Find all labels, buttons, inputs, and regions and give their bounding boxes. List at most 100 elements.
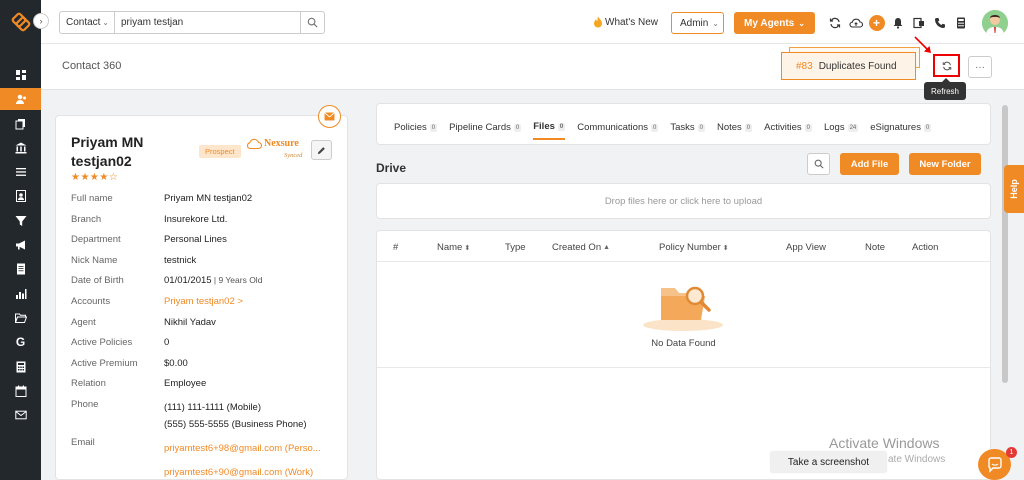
search-type-select[interactable]: Contact ⌄ [59,11,115,34]
account-link[interactable]: Priyam testjan02 > [164,296,243,307]
role-select-label: Admin [680,17,709,29]
more-dots-icon: ··· [975,61,985,73]
field-agent: Agent Nikhil Yadav [71,315,336,336]
column-name[interactable]: Name ⬍ [437,242,470,253]
sidebar-item-calculator[interactable] [0,356,41,378]
calculator-button[interactable] [950,13,971,33]
quick-add-button[interactable]: + [866,13,887,33]
tab-logs[interactable]: Logs 24 [824,121,859,140]
column-created-on[interactable]: Created On ▲ [552,242,610,253]
phone-icon [934,18,945,28]
field-value: priyamtest6+98@gmail.com (Perso... priyam… [164,437,321,480]
user-avatar[interactable] [982,10,1008,36]
column-label: Type [505,242,526,253]
column-label: Created On [552,242,602,253]
notifications-button[interactable] [887,13,908,33]
field-nick-name: Nick Name testnick [71,253,336,274]
tab-label: Policies [394,122,427,133]
whats-new-link[interactable]: What's New [593,16,658,28]
field-accounts: Accounts Priyam testjan02 > [71,294,336,315]
duplicates-label: Duplicates Found [818,60,897,72]
refresh-button[interactable] [933,54,960,77]
screenshot-tooltip[interactable]: Take a screenshot [771,452,886,472]
my-agents-button[interactable]: My Agents ⌄ [734,12,815,34]
cloud-upload-button[interactable] [845,13,866,33]
google-icon: G [15,335,26,350]
search-button[interactable] [301,11,325,34]
pencil-icon [317,146,325,154]
sync-button[interactable] [824,13,845,33]
email-work[interactable]: priyamtest6+90@gmail.com (Work) [164,467,313,478]
drive-title: Drive [376,161,407,175]
chevron-down-icon: ⌄ [712,18,719,28]
empty-folder-icon [643,286,723,331]
search-icon [307,17,318,28]
sidebar-item-directory[interactable] [0,185,41,207]
main-panel: Policies 0 Pipeline Cards 0 Files 0 Communi… [376,103,991,480]
duplicates-found-button[interactable]: #83 Duplicates Found [781,52,916,80]
dob-value: 01/01/2015 [164,275,212,287]
tab-notes[interactable]: Notes 0 [717,121,753,140]
role-select[interactable]: Admin ⌄ [671,12,724,34]
tab-activities[interactable]: Activities 0 [764,121,812,140]
sidebar-item-dashboard[interactable] [0,64,41,86]
field-value: Nikhil Yadav [164,316,216,328]
email-personal[interactable]: priyamtest6+98@gmail.com (Perso... [164,443,321,454]
logo-icon [11,12,30,32]
field-email: Email priyamtest6+98@gmail.com (Perso... p… [71,435,336,480]
tab-count: 0 [804,123,812,132]
sidebar-item-policies[interactable] [0,113,41,135]
my-agents-label: My Agents [744,17,795,29]
tab-communications[interactable]: Communications 0 [577,121,659,140]
tab-files[interactable]: Files 0 [533,121,566,140]
funnel-icon [15,215,26,226]
call-button[interactable] [929,13,950,33]
contact-rating[interactable]: ★★★★☆ [71,172,118,183]
sidebar-item-mail[interactable] [0,404,41,426]
sidebar-item-files[interactable] [0,307,41,329]
search-type-label: Contact [66,17,101,28]
field-label: Full name [71,193,113,204]
drive-search-button[interactable] [807,153,830,175]
sidebar-item-campaigns[interactable] [0,234,41,256]
sidebar: G [0,0,41,480]
sidebar-item-documents[interactable] [0,258,41,280]
sidebar-item-accounts[interactable] [0,137,41,159]
field-value: (111) 111-1111 (Mobile) (555) 555-5555 (B… [164,399,307,433]
tab-count: 24 [847,123,859,132]
add-file-button[interactable]: Add File [840,153,899,175]
tab-tasks[interactable]: Tasks 0 [670,121,705,140]
sidebar-item-pipeline[interactable] [0,210,41,232]
sidebar-item-reports[interactable] [0,283,41,305]
sidebar-item-contacts[interactable] [0,88,41,111]
edit-contact-button[interactable] [311,140,332,160]
tab-policies[interactable]: Policies 0 [394,121,438,140]
tab-pipeline-cards[interactable]: Pipeline Cards 0 [449,121,522,140]
search-input[interactable] [115,11,301,34]
tab-esignatures[interactable]: eSignatures 0 [870,121,932,140]
messages-button[interactable] [908,13,929,33]
more-options-button[interactable]: ··· [968,56,992,78]
field-label: Active Policies [71,337,133,349]
sidebar-collapse-button[interactable]: › [33,13,49,29]
sidebar-item-lists[interactable] [0,161,41,183]
duplicates-count: #83 [796,60,813,72]
send-email-button[interactable] [318,105,341,128]
field-value: Insurekore Ltd. [164,213,228,225]
flame-icon [594,16,602,28]
chevron-down-icon: ⌄ [102,18,109,27]
empty-state-text: No Data Found [651,338,716,349]
sidebar-item-calendar[interactable] [0,380,41,402]
contact-details: Full name Priyam MN testjan02 Branch Insur… [71,191,336,480]
tab-label: Activities [764,122,802,133]
file-dropzone[interactable]: Drop files here or click here to upload [376,183,991,219]
column-policy-number[interactable]: Policy Number ⬍ [659,242,729,253]
help-tab[interactable]: Help [1004,165,1024,213]
tab-count: 0 [650,123,659,132]
field-label: Branch [71,213,102,225]
page-scrollbar[interactable] [1002,105,1008,383]
field-value: $0.00 [164,357,188,369]
sidebar-item-google[interactable]: G [0,331,41,353]
field-label: Date of Birth [71,275,124,287]
new-folder-button[interactable]: New Folder [909,153,981,175]
